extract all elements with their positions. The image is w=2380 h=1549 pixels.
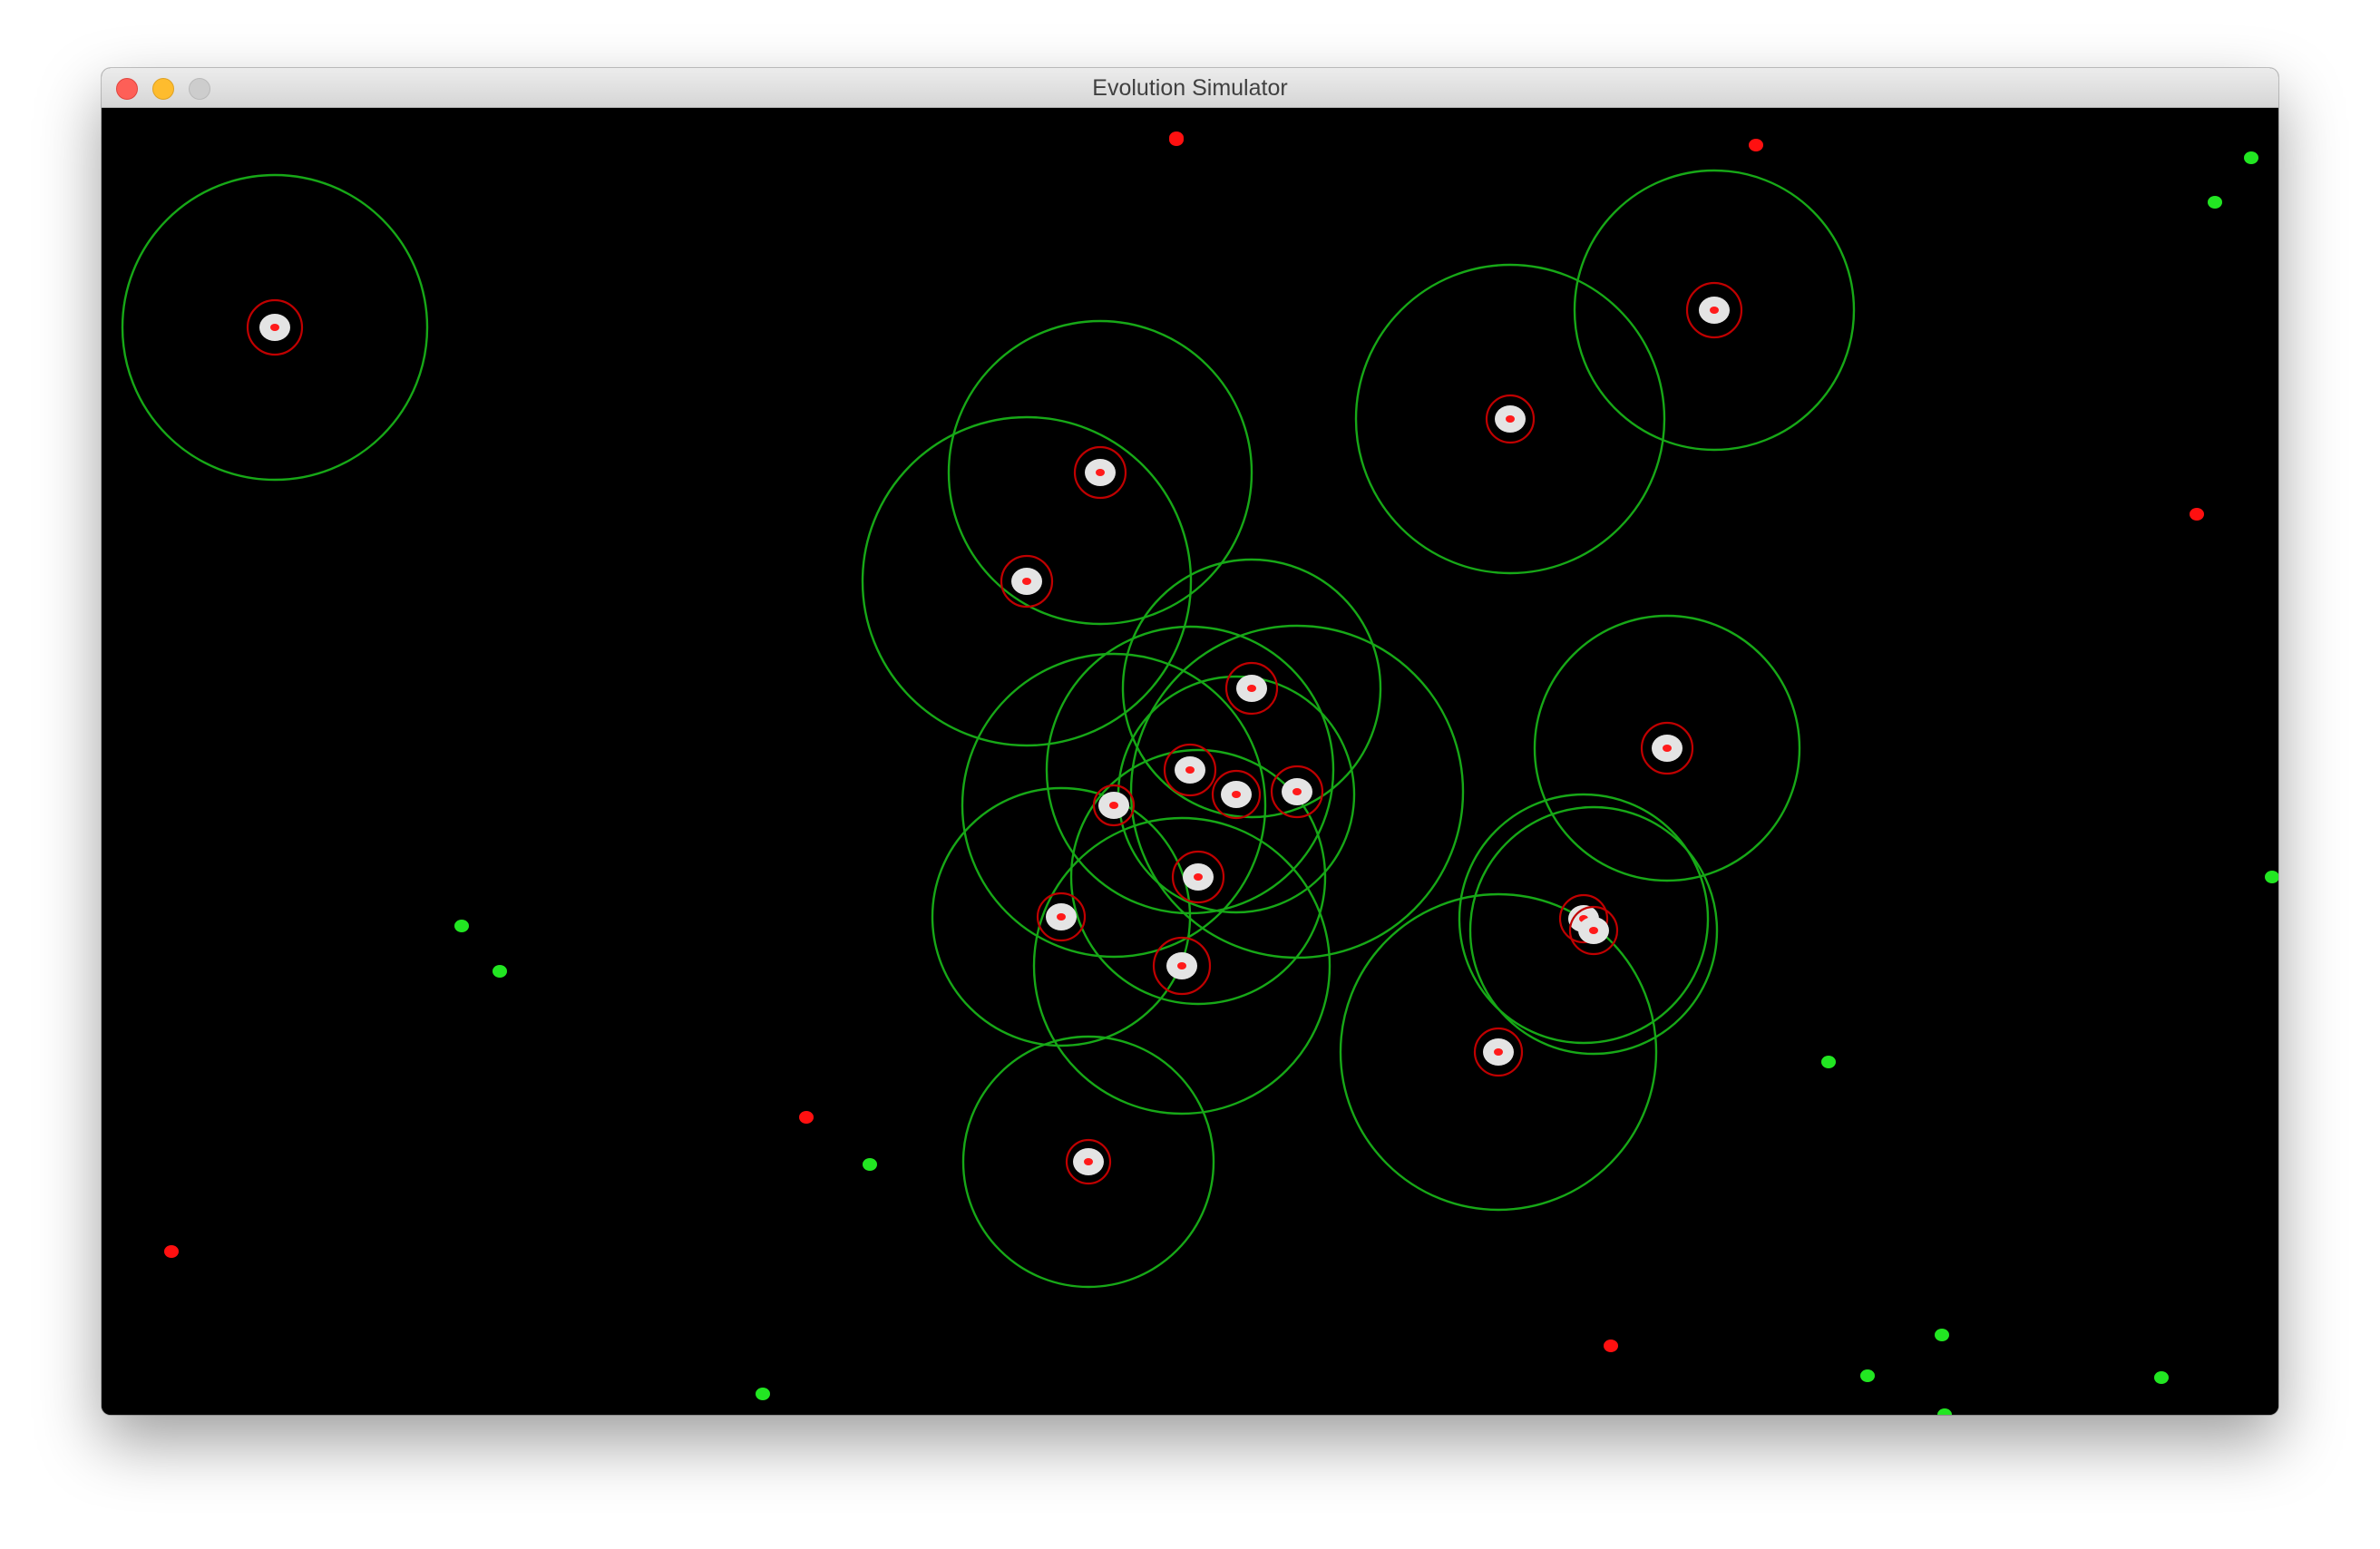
creature-core xyxy=(1057,913,1066,921)
hazard-pellet xyxy=(1169,132,1184,144)
title-bar[interactable]: Evolution Simulator xyxy=(102,68,2278,108)
creature-core xyxy=(1185,766,1195,774)
creature-core xyxy=(1177,962,1186,969)
creature-core xyxy=(1494,1048,1503,1056)
food-pellet xyxy=(1935,1329,1949,1341)
hazard-pellet xyxy=(164,1245,179,1258)
hazard-pellet xyxy=(799,1111,814,1124)
creature-core xyxy=(1232,791,1241,798)
food-pellet xyxy=(2265,871,2278,883)
food-pellet xyxy=(756,1388,770,1400)
food-pellet xyxy=(1821,1056,1836,1068)
creature-core xyxy=(1663,745,1672,752)
creature-core xyxy=(1247,685,1256,692)
food-pellet xyxy=(454,920,469,932)
hazard-pellet xyxy=(1604,1340,1618,1352)
hazard-pellet xyxy=(2190,508,2204,521)
creature-core xyxy=(1096,469,1105,476)
creature-core xyxy=(270,324,279,331)
food-pellet xyxy=(493,965,507,978)
simulation-canvas[interactable] xyxy=(102,108,2278,1415)
food-pellet xyxy=(2244,151,2258,164)
food-pellet xyxy=(2154,1371,2169,1384)
creature-core xyxy=(1506,415,1515,423)
food-pellet xyxy=(863,1158,877,1171)
creature-core xyxy=(1194,873,1203,881)
creature-core xyxy=(1109,802,1118,809)
creature-core xyxy=(1710,307,1719,314)
creature-core xyxy=(1022,578,1031,585)
hazard-pellet xyxy=(1749,139,1763,151)
app-window: Evolution Simulator xyxy=(102,68,2278,1415)
creature-core xyxy=(1589,927,1598,934)
creature-core xyxy=(1084,1158,1093,1165)
window-title: Evolution Simulator xyxy=(1092,75,1288,101)
simulation-world xyxy=(121,132,2278,1415)
food-pellet xyxy=(1937,1408,1952,1415)
creature-core xyxy=(1292,788,1302,795)
food-pellet xyxy=(1860,1369,1875,1382)
food-pellet xyxy=(2208,196,2222,209)
